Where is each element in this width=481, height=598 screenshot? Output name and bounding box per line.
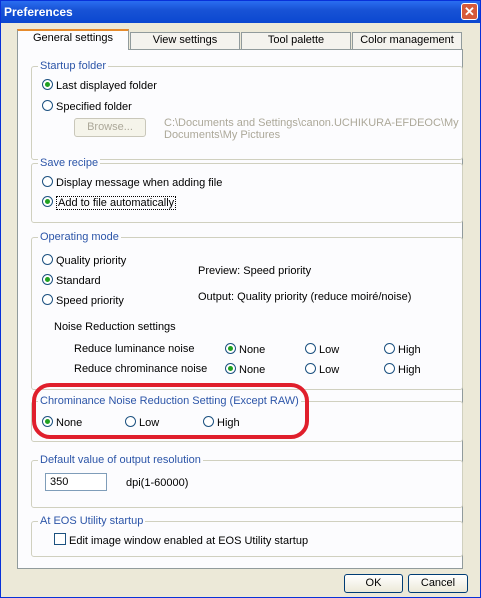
noise-reduction-settings-label: Noise Reduction settings [54, 321, 176, 333]
output-resolution-title: Default value of output resolution [38, 454, 203, 466]
radio-unchecked-icon [42, 176, 53, 187]
standard-label: Standard [56, 275, 101, 287]
checkbox-unchecked-icon [54, 533, 66, 545]
cancel-button[interactable]: Cancel [408, 574, 468, 593]
radio-unchecked-icon [42, 100, 53, 111]
reduce-chrominance-label: Reduce chrominance noise [74, 363, 208, 375]
edit-window-checkbox[interactable]: Edit image window enabled at EOS Utility… [54, 533, 308, 547]
browse-button[interactable]: Browse... [74, 118, 146, 137]
resolution-unit-label: dpi(1-60000) [126, 477, 189, 489]
last-displayed-folder-radio[interactable]: Last displayed folder [42, 79, 157, 92]
radio-unchecked-icon [42, 254, 53, 265]
speed-priority-radio[interactable]: Speed priority [42, 294, 124, 307]
title-bar[interactable]: Preferences ✕ [1, 1, 480, 23]
resolution-input[interactable]: 350 [45, 473, 107, 491]
preferences-window: Preferences ✕ General settings View sett… [0, 0, 481, 598]
radio-checked-icon [42, 274, 53, 285]
radio-checked-icon [225, 363, 236, 374]
eos-startup-title: At EOS Utility startup [38, 515, 146, 527]
red-highlight-annotation [32, 383, 309, 439]
reduce-luminance-label: Reduce luminance noise [74, 343, 195, 355]
startup-folder-path: C:\Documents and Settings\canon.UCHIKURA… [164, 117, 459, 141]
tab-tool-palette[interactable]: Tool palette [241, 32, 351, 49]
radio-checked-icon [42, 79, 53, 90]
add-automatically-radio[interactable]: Add to file automatically [42, 196, 177, 210]
save-recipe-group: Save recipe Display message when adding … [31, 157, 463, 223]
last-displayed-folder-label: Last displayed folder [56, 80, 157, 92]
operating-mode-title: Operating mode [38, 231, 121, 243]
radio-unchecked-icon [384, 343, 395, 354]
radio-checked-icon [42, 196, 53, 207]
startup-folder-title: Startup folder [38, 60, 109, 72]
radio-unchecked-icon [305, 363, 316, 374]
standard-radio[interactable]: Standard [42, 274, 101, 287]
quality-priority-label: Quality priority [56, 255, 127, 267]
general-settings-panel: Startup folder Last displayed folder Spe… [17, 49, 463, 569]
output-mode-text: Output: Quality priority (reduce moiré/n… [198, 291, 412, 303]
display-message-label: Display message when adding file [56, 177, 223, 189]
preview-mode-text: Preview: Speed priority [198, 265, 312, 277]
tab-general-settings[interactable]: General settings [17, 29, 129, 50]
close-icon: ✕ [464, 4, 475, 19]
none-label: None [239, 364, 266, 376]
operating-mode-group: Operating mode Quality priority Standard… [31, 231, 463, 390]
radio-checked-icon [225, 343, 236, 354]
save-recipe-title: Save recipe [38, 157, 101, 169]
none-label: None [239, 344, 266, 356]
luminance-none-radio[interactable]: None [225, 343, 265, 356]
high-label: High [398, 344, 421, 356]
low-label: Low [319, 344, 340, 356]
specified-folder-label: Specified folder [56, 101, 132, 113]
speed-priority-label: Speed priority [56, 295, 124, 307]
radio-unchecked-icon [305, 343, 316, 354]
radio-unchecked-icon [384, 363, 395, 374]
chrominance-high-radio[interactable]: High [384, 363, 421, 376]
output-resolution-group: Default value of output resolution 350 d… [31, 454, 463, 508]
quality-priority-radio[interactable]: Quality priority [42, 254, 126, 267]
luminance-high-radio[interactable]: High [384, 343, 421, 356]
low-label: Low [319, 364, 340, 376]
add-automatically-label: Add to file automatically [56, 196, 177, 210]
close-button[interactable]: ✕ [461, 3, 478, 20]
tab-view-settings[interactable]: View settings [130, 32, 240, 49]
chrominance-none-radio[interactable]: None [225, 363, 265, 376]
luminance-low-radio[interactable]: Low [305, 343, 339, 356]
startup-folder-group: Startup folder Last displayed folder Spe… [31, 60, 463, 160]
high-label: High [398, 364, 421, 376]
ok-button[interactable]: OK [344, 574, 403, 593]
edit-window-label: Edit image window enabled at EOS Utility… [69, 535, 309, 547]
radio-unchecked-icon [42, 294, 53, 305]
specified-folder-radio[interactable]: Specified folder [42, 100, 132, 113]
chrominance-low-radio[interactable]: Low [305, 363, 339, 376]
window-title: Preferences [4, 5, 73, 19]
eos-startup-group: At EOS Utility startup Edit image window… [31, 515, 463, 557]
display-message-radio[interactable]: Display message when adding file [42, 176, 222, 189]
tab-color-management[interactable]: Color management [352, 32, 462, 49]
